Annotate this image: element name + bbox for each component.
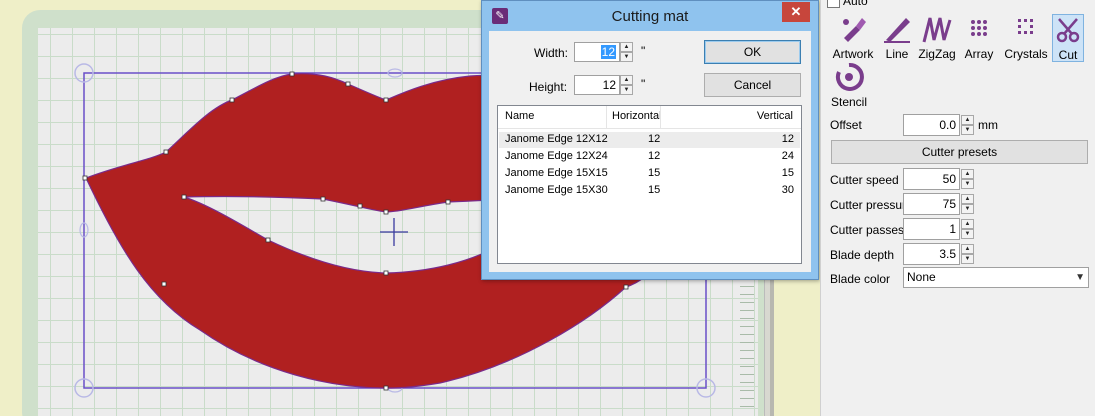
down-arrow-icon[interactable]: ▼ xyxy=(961,254,974,264)
up-arrow-icon[interactable]: ▲ xyxy=(961,194,974,204)
up-arrow-icon[interactable]: ▲ xyxy=(961,115,974,125)
cutter-speed-stepper[interactable]: ▲ ▼ xyxy=(961,169,974,189)
offset-label: Offset xyxy=(830,118,862,132)
column-header-name[interactable]: Name xyxy=(505,110,534,122)
zigzag-icon xyxy=(922,17,952,43)
list-item[interactable]: Janome Edge 15X30 15 30 xyxy=(499,183,800,199)
list-item[interactable]: Janome Edge 15X15 15 15 xyxy=(499,166,800,182)
cutter-presets-button[interactable]: Cutter presets xyxy=(831,140,1088,164)
height-unit: " xyxy=(641,77,646,91)
tool-line[interactable]: Line xyxy=(879,14,915,62)
tool-stencil[interactable]: Stencil xyxy=(829,62,869,110)
blade-color-label: Blade color xyxy=(830,272,891,286)
artwork-brush-icon xyxy=(843,18,866,42)
up-arrow-icon[interactable]: ▲ xyxy=(961,219,974,229)
tool-crystals[interactable]: Crystals xyxy=(1001,14,1051,62)
auto-label: Auto xyxy=(843,0,868,8)
list-item[interactable]: Janome Edge 12X24 12 24 xyxy=(499,149,800,165)
properties-panel: Auto Artwork Line ZigZag Array Crystals xyxy=(820,0,1095,416)
tool-label: Crystals xyxy=(1004,47,1048,61)
tool-label: Stencil xyxy=(830,95,868,109)
offset-input[interactable]: 0.0 xyxy=(903,114,960,136)
column-header-vertical[interactable]: Vertical xyxy=(757,110,793,122)
mat-list[interactable]: Name Horizontal Vertical Janome Edge 12X… xyxy=(497,105,802,264)
blade-depth-stepper[interactable]: ▲ ▼ xyxy=(961,244,974,264)
offset-unit: mm xyxy=(978,118,998,132)
width-label: Width: xyxy=(534,46,569,60)
width-unit: " xyxy=(641,44,646,58)
blade-depth-input[interactable]: 3.5 xyxy=(903,243,960,265)
dialog-body: Width: 12 ▲ ▼ " Height: 12 ▲ ▼ " OK Cancel… xyxy=(489,31,811,272)
cutter-passes-input[interactable]: 1 xyxy=(903,218,960,240)
tool-zigzag[interactable]: ZigZag xyxy=(917,14,957,62)
tool-array[interactable]: Array xyxy=(961,14,997,62)
list-item[interactable]: Janome Edge 12X12 12 12 xyxy=(499,132,800,148)
center-crosshair-icon xyxy=(380,218,408,246)
cutter-pressure-stepper[interactable]: ▲ ▼ xyxy=(961,194,974,214)
down-arrow-icon[interactable]: ▼ xyxy=(961,179,974,189)
cutter-speed-label: Cutter speed xyxy=(830,173,899,187)
up-arrow-icon[interactable]: ▲ xyxy=(961,169,974,179)
cutter-pressure-input[interactable]: 75 xyxy=(903,193,960,215)
tool-label: Artwork xyxy=(832,47,874,61)
up-arrow-icon[interactable]: ▲ xyxy=(961,244,974,254)
down-arrow-icon[interactable]: ▼ xyxy=(961,125,974,135)
blade-color-select[interactable]: None ▼ xyxy=(903,267,1089,288)
chevron-down-icon: ▼ xyxy=(1075,272,1085,283)
crystals-icon xyxy=(1018,19,1033,34)
line-pen-icon xyxy=(884,18,910,43)
height-input[interactable]: 12 xyxy=(574,75,620,95)
array-dots-icon xyxy=(971,20,987,36)
down-arrow-icon[interactable]: ▼ xyxy=(961,204,974,214)
close-button[interactable]: ✕ xyxy=(782,2,810,22)
stencil-icon xyxy=(835,62,864,91)
cutter-speed-input[interactable]: 50 xyxy=(903,168,960,190)
tool-cut[interactable]: Cut xyxy=(1052,14,1084,62)
tool-label: Array xyxy=(964,47,994,61)
height-stepper[interactable]: ▲ ▼ xyxy=(620,75,633,95)
scissors-icon xyxy=(1056,18,1080,43)
tool-label: ZigZag xyxy=(918,47,956,61)
mat-list-header: Name Horizontal Vertical xyxy=(498,106,801,129)
tool-label: Cut xyxy=(1058,48,1078,62)
dialog-title: Cutting mat xyxy=(611,8,689,25)
auto-checkbox[interactable] xyxy=(827,0,840,8)
cancel-button[interactable]: Cancel xyxy=(704,73,801,97)
cutter-passes-label: Cutter passes xyxy=(830,223,905,237)
cutter-pressure-label: Cutter pressure xyxy=(830,198,913,212)
up-arrow-icon[interactable]: ▲ xyxy=(620,75,633,85)
cutter-passes-stepper[interactable]: ▲ ▼ xyxy=(961,219,974,239)
offset-stepper[interactable]: ▲ ▼ xyxy=(961,115,974,135)
down-arrow-icon[interactable]: ▼ xyxy=(961,229,974,239)
blade-depth-label: Blade depth xyxy=(830,248,895,262)
down-arrow-icon[interactable]: ▼ xyxy=(620,52,633,62)
ok-button[interactable]: OK xyxy=(704,40,801,64)
down-arrow-icon[interactable]: ▼ xyxy=(620,85,633,95)
blade-color-value: None xyxy=(907,270,936,284)
tool-label: Line xyxy=(885,47,909,61)
cutting-mat-dialog: ✎ Cutting mat ✕ Width: 12 ▲ ▼ " Height: 1… xyxy=(481,0,819,280)
width-input[interactable]: 12 xyxy=(574,42,620,62)
height-label: Height: xyxy=(529,80,568,94)
column-header-horizontal[interactable]: Horizontal xyxy=(612,110,662,122)
up-arrow-icon[interactable]: ▲ xyxy=(620,42,633,52)
dialog-titlebar[interactable]: ✎ Cutting mat ✕ xyxy=(482,1,818,31)
tool-artwork[interactable]: Artwork xyxy=(831,14,875,62)
width-stepper[interactable]: ▲ ▼ xyxy=(620,42,633,62)
